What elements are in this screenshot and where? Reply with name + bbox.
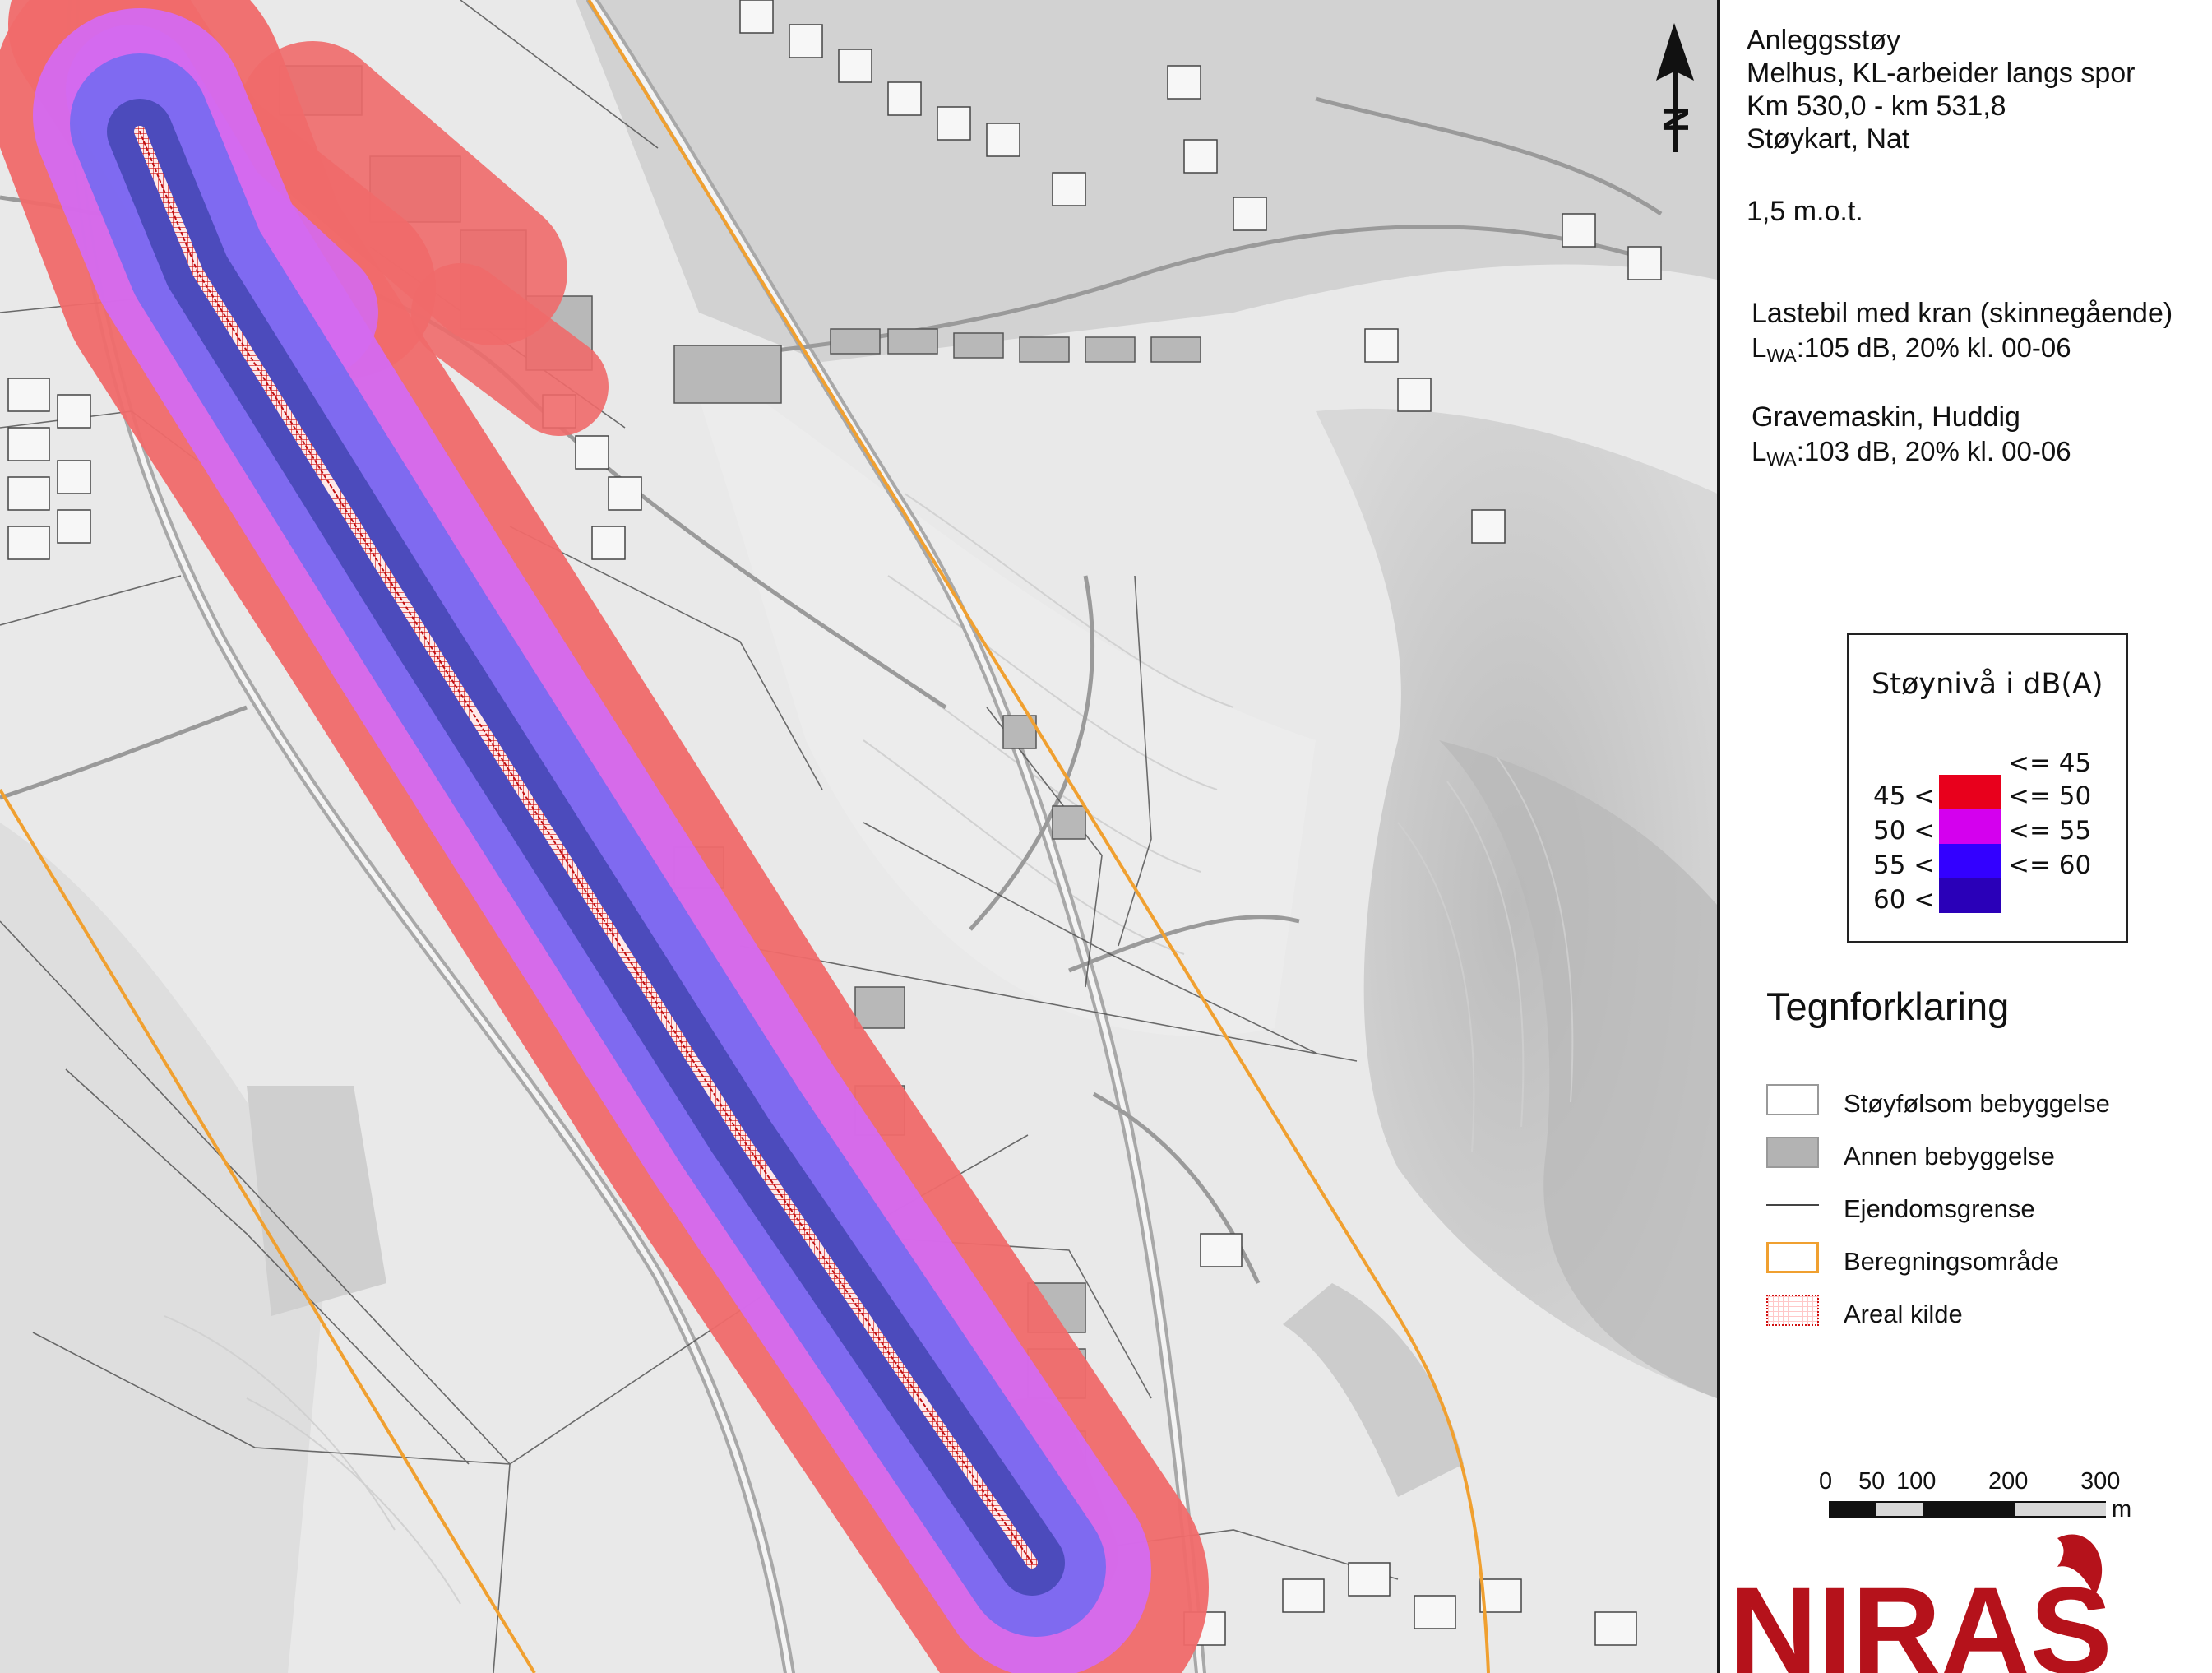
source-1-lwa: LWA:105 dB, 20% kl. 00-06 (1752, 332, 2071, 366)
scale-tick-50: 50 (1858, 1468, 1886, 1495)
key-label-4: Beregningsområde (1844, 1247, 2059, 1276)
key-label-2: Annen bebyggelse (1844, 1142, 2055, 1170)
noise-class-2-upper: <= 50 (2008, 781, 2092, 811)
scale-bar: 0 50 100 200 300 m (1753, 1468, 2181, 1534)
source-2-lwa: LWA:103 dB, 20% kl. 00-06 (1752, 436, 2071, 470)
scale-tick-200: 200 (1988, 1468, 2029, 1495)
key-label-1: Støyfølsom bebyggelse (1844, 1089, 2110, 1118)
source-1-name: Lastebil med kran (skinnegående) (1752, 298, 2173, 329)
noise-class-1-upper: <= 45 (2008, 748, 2092, 778)
noise-class-3-upper: <= 55 (2008, 816, 2092, 846)
key-item-sensitive-buildings: Støyfølsom bebyggelse (1766, 1084, 2194, 1120)
scale-unit: m (2112, 1496, 2132, 1522)
title-line-2: Melhus, KL-arbeider langs spor (1747, 58, 2136, 89)
title-line-1: Anleggsstøy (1747, 25, 1901, 56)
scale-tick-0: 0 (1819, 1468, 1833, 1495)
orange-outline-icon (1766, 1242, 1819, 1273)
niras-logo: NIRAS (1728, 1530, 2212, 1673)
scale-tick-300: 300 (2080, 1468, 2121, 1495)
title-line-3: Km 530,0 - km 531,8 (1747, 90, 2006, 122)
north-label: N (1656, 106, 1696, 132)
noise-map[interactable]: N (0, 0, 1717, 1673)
key-label-5: Areal kilde (1844, 1300, 1963, 1328)
noise-class-5-lower: 60 < (1873, 885, 1936, 915)
white-fill-icon (1766, 1084, 1819, 1115)
red-dotted-grid-icon (1766, 1295, 1819, 1326)
grey-fill-icon (1766, 1137, 1819, 1168)
key-item-area-source: Areal kilde (1766, 1295, 2194, 1331)
noise-class-3-lower: 50 < (1873, 816, 1936, 846)
key-title: Tegnforklaring (1766, 985, 2010, 1028)
source-2-name: Gravemaskin, Huddig (1752, 401, 2020, 433)
thin-line-icon (1766, 1204, 1819, 1206)
noise-class-2-lower: 45 < (1873, 781, 1936, 811)
noise-class-5-swatch (1939, 878, 2001, 913)
key-item-other-buildings: Annen bebyggelse (1766, 1137, 2194, 1173)
calculation-height: 1,5 m.o.t. (1747, 196, 1863, 227)
legend-panel: Anleggsstøy Melhus, KL-arbeider langs sp… (1720, 0, 2212, 1673)
logo-wordmark: NIRAS (1728, 1561, 2113, 1673)
key-item-calculation-area: Beregningsområde (1766, 1242, 2194, 1278)
noise-class-4-swatch (1939, 844, 2001, 878)
noise-legend-title: Støynivå i dB(A) (1872, 668, 2103, 701)
scale-bar-graphic (1829, 1501, 2106, 1518)
key-item-property-boundary: Ejendomsgrense (1766, 1189, 2194, 1226)
noise-class-4-upper: <= 60 (2008, 850, 2092, 880)
noise-class-2-swatch (1939, 775, 2001, 809)
noise-level-legend: Støynivå i dB(A) <= 45 45 < <= 50 50 < <… (1847, 633, 2128, 943)
key-label-3: Ejendomsgrense (1844, 1194, 2035, 1223)
title-line-4: Støykart, Nat (1747, 123, 1910, 155)
scale-tick-100: 100 (1896, 1468, 1937, 1495)
noise-class-3-swatch (1939, 809, 2001, 844)
noise-class-4-lower: 55 < (1873, 850, 1936, 880)
